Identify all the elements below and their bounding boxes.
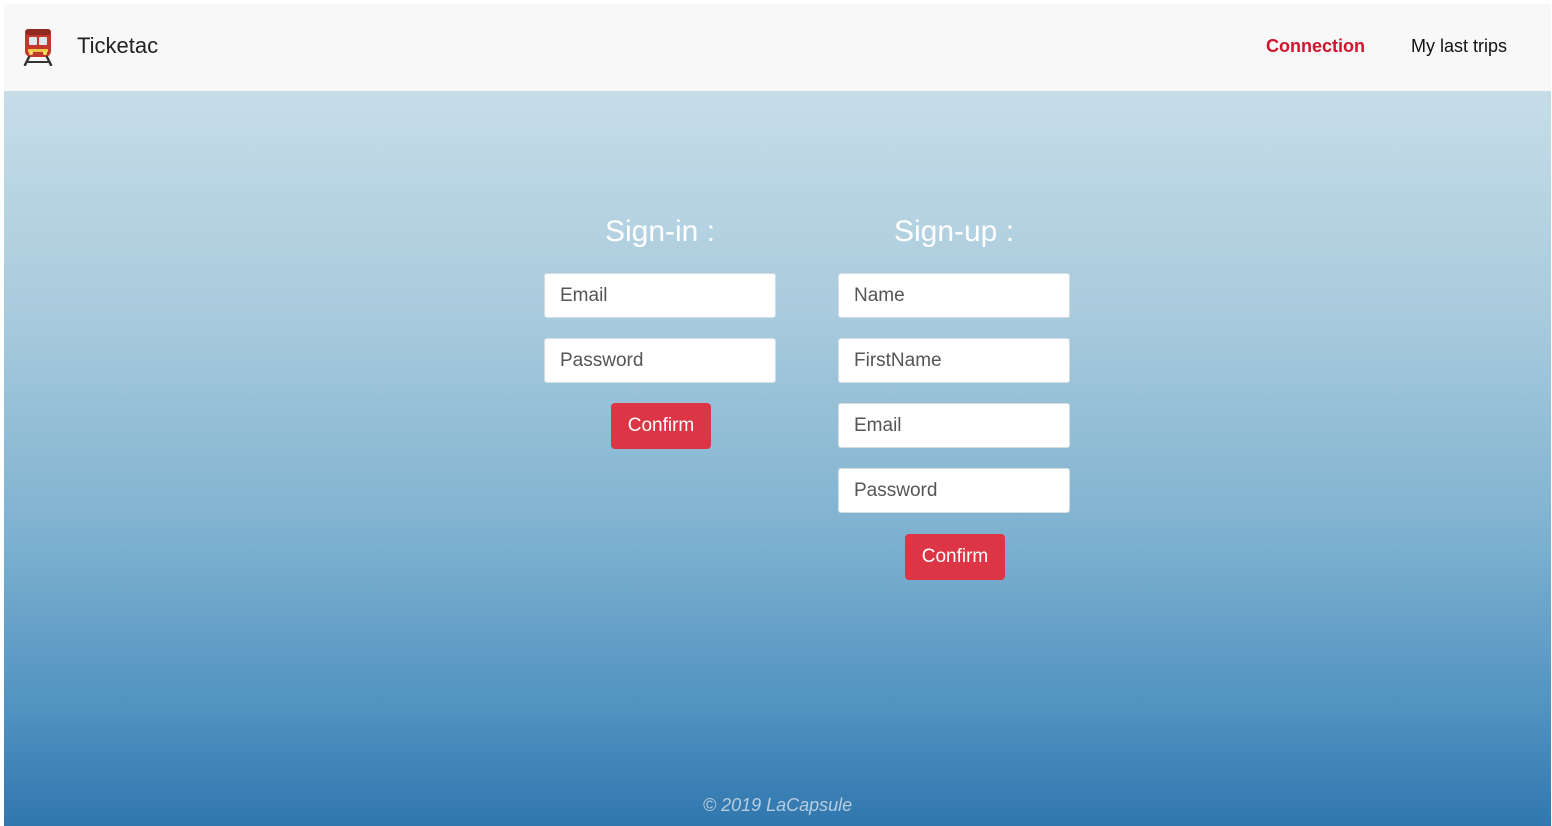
signup-firstname-input[interactable]: [838, 338, 1070, 383]
main-content: Sign-in : Confirm Sign-up : Confirm © 20…: [4, 91, 1551, 826]
signin-confirm-button[interactable]: Confirm: [611, 403, 711, 449]
app-window: Ticketac Connection My last trips Sign-i…: [4, 4, 1551, 826]
signup-name-input[interactable]: [838, 273, 1070, 318]
nav-link-my-last-trips[interactable]: My last trips: [1411, 34, 1507, 58]
signup-password-input[interactable]: [838, 468, 1070, 513]
signup-confirm-button[interactable]: Confirm: [905, 534, 1005, 580]
signin-title: Sign-in :: [604, 215, 716, 248]
footer-copyright: © 2019 LaCapsule: [702, 795, 853, 815]
train-icon[interactable]: [22, 28, 54, 67]
signup-title: Sign-up :: [893, 215, 1015, 248]
navbar: Ticketac Connection My last trips: [4, 4, 1551, 91]
signin-email-input[interactable]: [544, 273, 776, 318]
brand-name[interactable]: Ticketac: [77, 32, 158, 60]
signup-email-input[interactable]: [838, 403, 1070, 448]
signin-password-input[interactable]: [544, 338, 776, 383]
nav-link-connection[interactable]: Connection: [1266, 34, 1365, 58]
